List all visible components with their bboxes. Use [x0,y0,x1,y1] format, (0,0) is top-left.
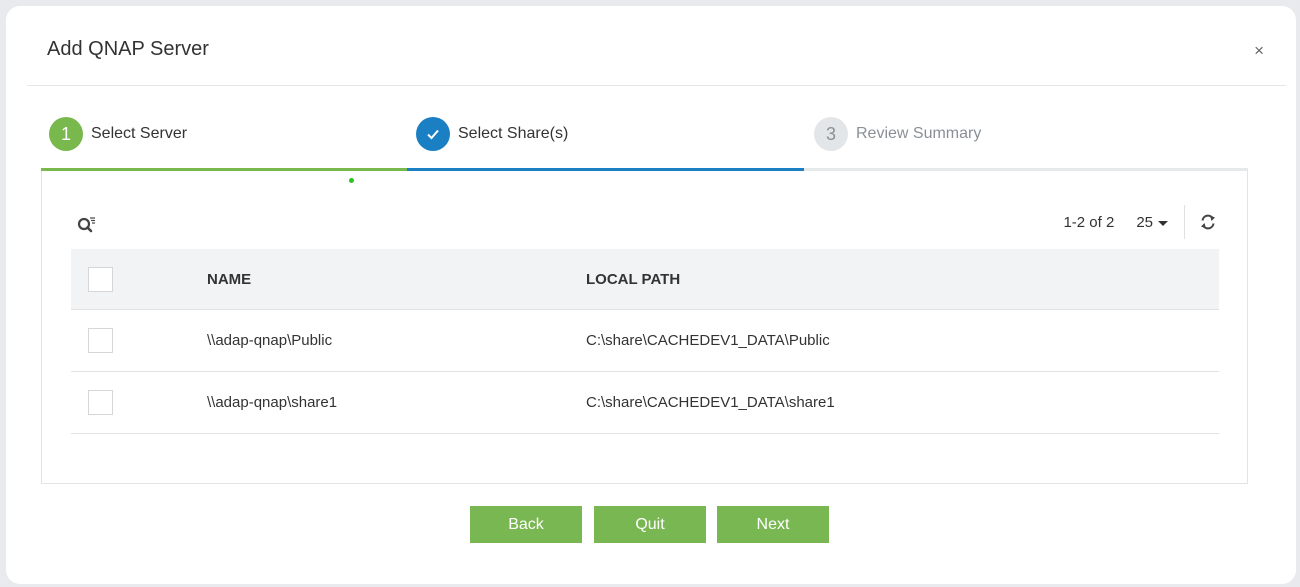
quit-button[interactable]: Quit [594,506,706,543]
search-filter-icon[interactable] [76,215,98,237]
dialog-title: Add QNAP Server [47,38,209,60]
pagination: 1-2 of 2 25 [1063,205,1217,239]
column-header-local-path[interactable]: LOCAL PATH [586,271,680,288]
shares-table: NAME LOCAL PATH \\adap-qnap\Public C:\sh… [71,249,1219,434]
back-button[interactable]: Back [470,506,582,543]
shares-panel: 1-2 of 2 25 NAME LOCAL PATH \\adap-qnap\… [41,171,1248,484]
refresh-icon[interactable] [1199,213,1217,231]
select-all-checkbox[interactable] [88,266,113,292]
row-checkbox[interactable] [88,328,113,353]
table-header: NAME LOCAL PATH [71,249,1219,310]
step-2-label: Select Share(s) [458,125,569,142]
step-1-number: 1 [49,117,83,151]
table-row[interactable]: \\adap-qnap\share1 C:\share\CACHEDEV1_DA… [71,372,1219,434]
pager-range: 1-2 of 2 [1063,213,1115,231]
wizard-steps: 1 Select Server Select Share(s) 3 Review… [41,108,1248,183]
share-name: \\adap-qnap\share1 [207,394,338,411]
step-1-label: Select Server [91,125,188,142]
page-size-dropdown[interactable]: 25 [1136,214,1168,231]
step-2-check-icon [416,117,450,151]
step-3-number: 3 [814,117,848,151]
chevron-down-icon [1158,220,1168,226]
close-icon[interactable]: × [1254,42,1264,59]
table-row[interactable]: \\adap-qnap\Public C:\share\CACHEDEV1_DA… [71,310,1219,372]
share-local-path: C:\share\CACHEDEV1_DATA\Public [586,332,830,349]
step-select-shares[interactable]: Select Share(s) [416,108,568,160]
row-checkbox[interactable] [88,390,113,415]
share-name: \\adap-qnap\Public [207,332,333,349]
page-size-value: 25 [1136,213,1153,231]
share-local-path: C:\share\CACHEDEV1_DATA\share1 [586,394,835,411]
dialog-header: Add QNAP Server × [27,6,1286,86]
column-header-name[interactable]: NAME [207,271,251,288]
pager-divider [1184,205,1185,239]
step-select-server[interactable]: 1 Select Server [49,108,187,160]
step-3-label: Review Summary [856,125,982,142]
step-review-summary[interactable]: 3 Review Summary [814,108,981,160]
next-button[interactable]: Next [717,506,829,543]
